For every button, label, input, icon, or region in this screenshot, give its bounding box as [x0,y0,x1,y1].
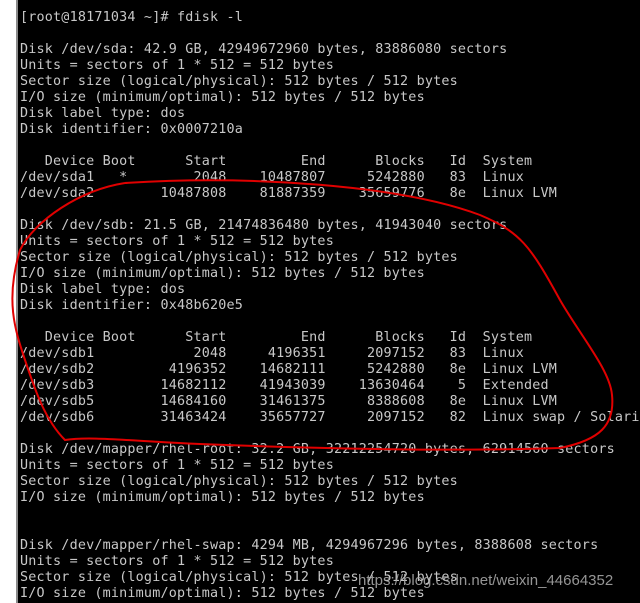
terminal-line: /dev/sda2 10487808 81887359 35659776 8e … [20,186,558,201]
terminal-line: Units = sectors of 1 * 512 = 512 bytes [20,58,334,73]
terminal-line: /dev/sdb6 31463424 35657727 2097152 82 L… [20,410,640,425]
terminal-line: /dev/sda1 * 2048 10487807 5242880 83 Lin… [20,170,524,185]
terminal-line: Disk /dev/sdb: 21.5 GB, 21474836480 byte… [20,218,508,233]
terminal-line: /dev/sdb1 2048 4196351 2097152 83 Linux [20,346,524,361]
terminal-line: Units = sectors of 1 * 512 = 512 bytes [20,458,334,473]
terminal-line: Disk /dev/mapper/rhel-swap: 4294 MB, 429… [20,538,599,553]
terminal-line: [root@18171034 ~]# fdisk -l [20,10,244,25]
terminal-line: Disk label type: dos [20,106,186,121]
watermark-text: https://blog.csdn.net/weixin_44664352 [358,572,614,589]
terminal-output: [root@18171034 ~]# fdisk -l Disk /dev/sda… [20,0,640,602]
terminal-line: Device Boot Start End Blocks Id System [20,330,533,345]
terminal-line: Units = sectors of 1 * 512 = 512 bytes [20,554,334,569]
terminal-line: /dev/sdb2 4196352 14682111 5242880 8e Li… [20,362,558,377]
terminal-line: Sector size (logical/physical): 512 byte… [20,74,458,89]
terminal-line: Units = sectors of 1 * 512 = 512 bytes [20,234,334,249]
terminal-window[interactable]: [root@18171034 ~]# fdisk -l Disk /dev/sda… [18,0,640,603]
terminal-line: I/O size (minimum/optimal): 512 bytes / … [20,490,425,505]
left-margin [0,0,16,603]
terminal-line: /dev/sdb3 14682112 41943039 13630464 5 E… [20,378,549,393]
terminal-line: Disk /dev/mapper/rhel-root: 32.2 GB, 322… [20,442,615,457]
terminal-line: Disk identifier: 0x48b620e5 [20,298,244,313]
terminal-line: I/O size (minimum/optimal): 512 bytes / … [20,90,425,105]
terminal-line: Disk /dev/sda: 42.9 GB, 42949672960 byte… [20,42,508,57]
terminal-line: /dev/sdb5 14684160 31461375 8388608 8e L… [20,394,558,409]
terminal-line: Device Boot Start End Blocks Id System [20,154,533,169]
terminal-line: Disk identifier: 0x0007210a [20,122,244,137]
terminal-line: I/O size (minimum/optimal): 512 bytes / … [20,266,425,281]
terminal-line: Sector size (logical/physical): 512 byte… [20,250,458,265]
terminal-line: Disk label type: dos [20,282,186,297]
terminal-line: Sector size (logical/physical): 512 byte… [20,474,458,489]
